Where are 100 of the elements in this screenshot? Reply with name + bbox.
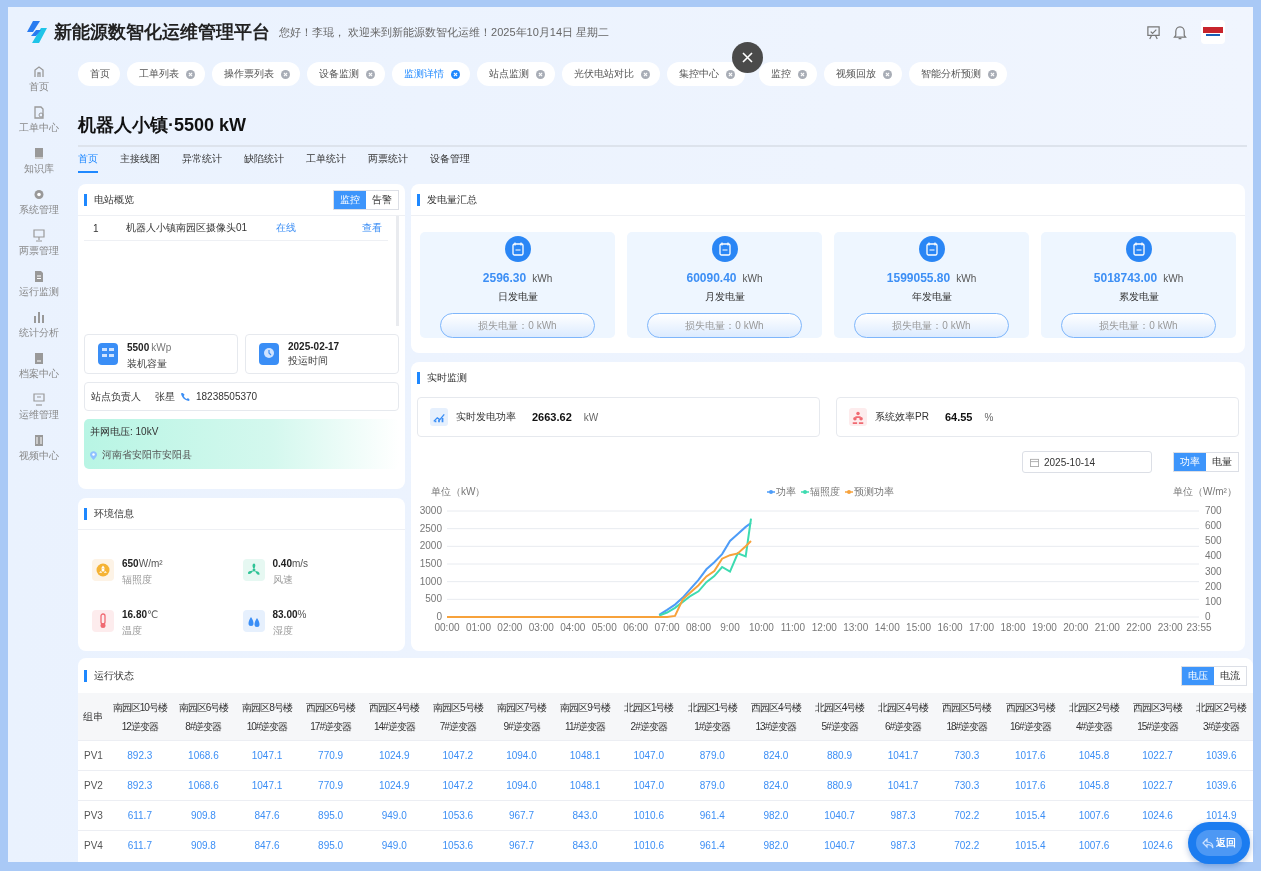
tab[interactable]: 视频回放: [824, 62, 902, 86]
table-cell: PV4: [78, 830, 108, 860]
env-label: 湿度: [272, 624, 294, 638]
loss-indicator: 损失电量：0 kWh: [440, 313, 595, 338]
subtab[interactable]: 两票统计: [368, 147, 408, 173]
tab[interactable]: 操作票列表: [212, 62, 300, 86]
close-icon[interactable]: [641, 69, 650, 79]
energy-unit: kWh: [956, 273, 977, 284]
table-cell: 730.3: [934, 770, 999, 801]
film-icon: [33, 434, 45, 447]
commission-label: 投运时间: [288, 353, 329, 368]
calendar-icon: [1125, 236, 1152, 262]
tab[interactable]: 光伏电站对比: [562, 62, 660, 86]
axis-label: 21:00: [1094, 622, 1120, 633]
energy-value: 2596.30: [482, 271, 527, 285]
tab[interactable]: 首页: [78, 62, 120, 86]
grid-voltage: 并网电压: 10kV: [90, 425, 160, 439]
energy-value: 60090.40: [686, 271, 737, 285]
legend-label: 预测功率: [854, 486, 894, 497]
table-cell: 1024.6: [1125, 800, 1190, 831]
column-header: 北园区1号楼 2#逆变器: [616, 693, 681, 741]
table-cell: 847.6: [235, 830, 299, 860]
tab[interactable]: 站点监测: [477, 62, 555, 86]
close-icon[interactable]: [798, 69, 807, 79]
legend-item[interactable]: 预测功率: [844, 486, 894, 497]
axis-label: 19:00: [1031, 622, 1057, 633]
tab[interactable]: 集控中心: [667, 62, 745, 86]
date-field[interactable]: 2025-10-14: [1022, 451, 1152, 473]
loss-indicator: 损失电量：0 kWh: [854, 313, 1009, 338]
tab[interactable]: 工单列表: [127, 62, 205, 86]
table-cell: 1053.6: [426, 800, 490, 831]
axis-label: 15:00: [906, 622, 932, 633]
subtab[interactable]: 异常统计: [182, 147, 222, 173]
table-cell: 1068.6: [171, 770, 236, 801]
axis-label: 01:00: [465, 622, 491, 633]
table-cell: 1040.7: [807, 830, 872, 860]
tab[interactable]: 监测详情: [392, 62, 470, 86]
column-header: 西园区3号楼 15#逆变器: [1125, 693, 1190, 741]
tab[interactable]: 设备监测: [307, 62, 385, 86]
column-header: 南园区9号楼 11#逆变器: [553, 693, 617, 741]
close-icon[interactable]: [186, 69, 195, 79]
table-cell: 1039.6: [1189, 770, 1253, 801]
greeting-text: 您好！李琨， 欢迎来到新能源数智化运维！2025年10月14日 星期二: [279, 24, 610, 40]
table-cell: 1053.6: [426, 830, 490, 860]
table-cell: 982.0: [744, 830, 808, 860]
axis-label: 3000: [419, 505, 442, 516]
page-title: 机器人小镇·5500 kW: [78, 112, 1247, 147]
axis-label: 02:00: [497, 622, 523, 633]
table-cell: 895.0: [298, 800, 363, 831]
table-cell: 880.9: [807, 740, 872, 771]
subtab[interactable]: 设备管理: [430, 147, 470, 173]
legend-item[interactable]: 辐照度: [800, 486, 840, 497]
close-icon[interactable]: [281, 69, 290, 79]
loss-indicator: 损失电量：0 kWh: [1061, 313, 1216, 338]
table-cell: 1039.6: [1189, 740, 1253, 771]
tab[interactable]: 智能分析预测: [909, 62, 1007, 86]
table-cell: 1010.6: [616, 800, 681, 831]
table-cell: 961.4: [680, 830, 745, 860]
close-icon[interactable]: [366, 69, 375, 79]
subtab[interactable]: 主接线图: [120, 147, 160, 173]
table-cell: 909.8: [171, 800, 236, 831]
legend-item[interactable]: 功率: [766, 486, 796, 497]
table-cell: 1017.6: [998, 740, 1063, 771]
settings-icon: [33, 188, 45, 201]
stat-label: 系统效率PR: [875, 410, 929, 424]
stat-unit: kW: [583, 411, 599, 423]
presentation-icon[interactable]: [1146, 24, 1161, 40]
axis-label: 22:00: [1126, 622, 1152, 633]
panel-title: 发电量汇总: [417, 193, 477, 206]
table-cell: 770.9: [298, 770, 363, 801]
stat-value: 2663.62: [532, 411, 572, 423]
subtab[interactable]: 缺陷统计: [244, 147, 284, 173]
table-cell: 1048.1: [553, 740, 617, 771]
close-icon[interactable]: [883, 69, 892, 79]
table-cell: 702.2: [934, 830, 999, 860]
column-header: 南园区7号楼 9#逆变器: [489, 693, 554, 741]
table-cell: 909.8: [171, 830, 236, 860]
close-icon[interactable]: [536, 69, 545, 79]
table-cell: 1047.0: [616, 740, 681, 771]
book-icon: [33, 147, 45, 160]
column-header: 西园区6号楼 17#逆变器: [298, 693, 363, 741]
close-button[interactable]: [732, 42, 763, 73]
table-cell: 1047.0: [616, 770, 681, 801]
axis-label: 2000: [419, 540, 442, 552]
column-header: 北园区2号楼 4#逆变器: [1062, 693, 1126, 741]
axis-label: 00:00: [434, 622, 460, 633]
close-icon[interactable]: [726, 69, 735, 79]
column-header: 南园区6号楼 8#逆变器: [171, 693, 236, 741]
energy-label: 年发电量: [911, 290, 952, 304]
axis-label: 18:00: [1000, 622, 1026, 633]
energy-label: 累发电量: [1118, 290, 1159, 304]
subtab[interactable]: 工单统计: [306, 147, 346, 173]
capacity-value: 5500: [127, 342, 150, 353]
tab[interactable]: 监控: [759, 62, 817, 86]
status-text: 在线: [276, 221, 297, 235]
bell-icon[interactable]: [1173, 24, 1187, 40]
close-icon[interactable]: [988, 69, 997, 79]
close-icon[interactable]: [451, 69, 460, 79]
company-logo[interactable]: [1203, 26, 1223, 38]
axis-label: 1500: [419, 558, 442, 569]
